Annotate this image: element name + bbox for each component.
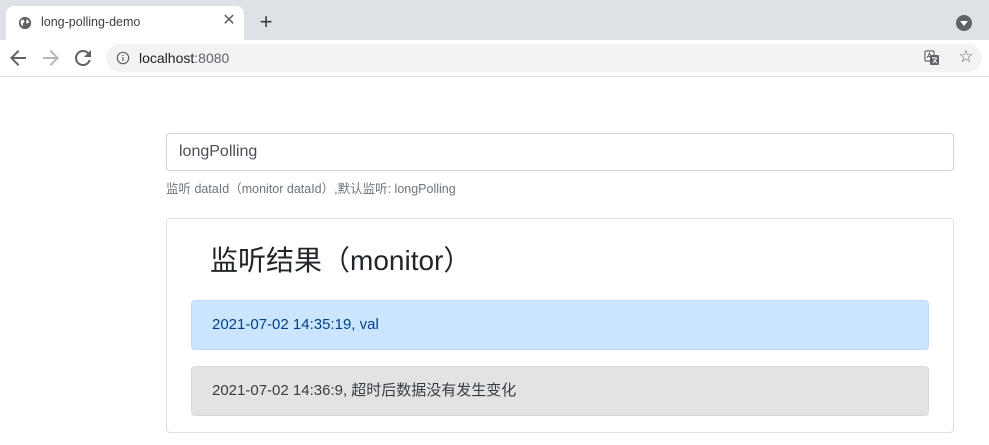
reload-icon[interactable] — [71, 46, 95, 70]
url-port: :8080 — [194, 50, 230, 66]
translate-icon[interactable] — [924, 50, 940, 66]
result-item-primary: 2021-07-02 14:35:19, val — [191, 300, 929, 350]
close-icon[interactable]: ✕ — [220, 12, 238, 30]
input-help-text: 监听 dataId（monitor dataId）,默认监听: longPoll… — [166, 182, 456, 196]
result-item-secondary: 2021-07-02 14:36:9, 超时后数据没有发生变化 — [191, 366, 929, 416]
url-text: localhost:8080 — [139, 50, 229, 66]
browser-toolbar: localhost:8080 ☆ — [0, 40, 989, 77]
monitor-result-card: 监听结果（monitor） 2021-07-02 14:35:19, val 2… — [166, 218, 954, 433]
info-icon[interactable] — [116, 51, 130, 65]
plus-icon[interactable]: + — [256, 11, 276, 33]
forward-icon[interactable] — [39, 46, 63, 70]
star-icon[interactable]: ☆ — [957, 48, 975, 66]
card-title: 监听结果（monitor） — [210, 245, 472, 276]
address-bar[interactable]: localhost:8080 ☆ — [106, 44, 982, 72]
tab-title: long-polling-demo — [41, 15, 141, 29]
url-host: localhost — [139, 50, 195, 66]
monitor-dataid-input[interactable] — [166, 133, 954, 171]
tab-long-polling-demo[interactable]: long-polling-demo ✕ — [6, 6, 244, 40]
browser-tab-strip: long-polling-demo ✕ + — [0, 0, 989, 40]
page-content: 监听 dataId（monitor dataId）,默认监听: longPoll… — [0, 77, 989, 445]
globe-icon — [18, 16, 32, 30]
profile-menu-icon[interactable] — [956, 15, 972, 31]
back-icon[interactable] — [6, 46, 30, 70]
